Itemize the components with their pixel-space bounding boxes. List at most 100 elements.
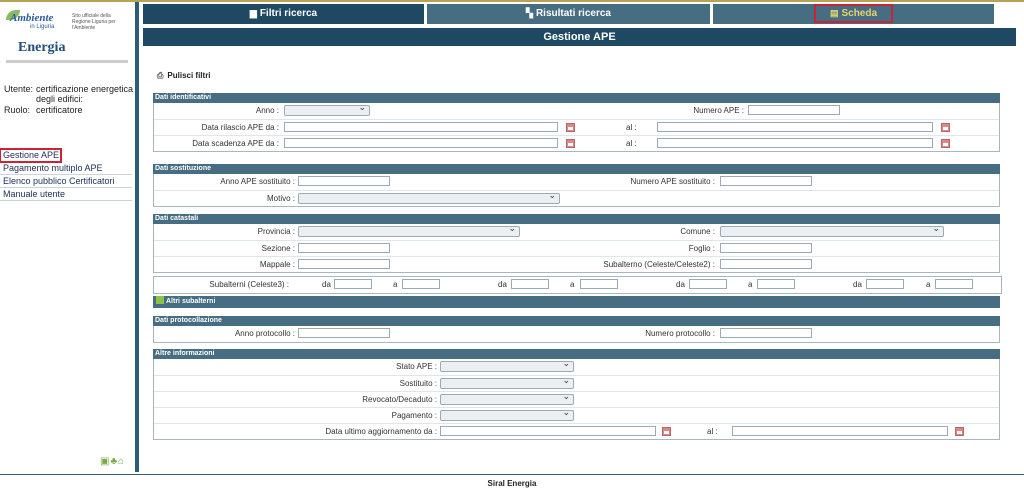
al-label: al : bbox=[626, 139, 637, 148]
calendar-icon[interactable] bbox=[941, 139, 950, 148]
data-aggiornamento-da-input[interactable] bbox=[440, 426, 656, 436]
tab-bar: ▆ Filtri ricerca ▚ Risultati ricerca ▤ Sche… bbox=[143, 4, 1016, 24]
sidebar-item-manuale-utente[interactable]: Manuale utente bbox=[0, 188, 132, 201]
user-info: Utente: certificazione energetica degli e… bbox=[4, 84, 136, 116]
da-label: da bbox=[853, 280, 862, 289]
brand-tagline: Sito ufficiale della Regione Liguria per… bbox=[72, 13, 116, 31]
data-scadenza-al-input[interactable] bbox=[657, 138, 933, 148]
calendar-icon[interactable] bbox=[955, 427, 964, 436]
book-icon: ▚ bbox=[526, 8, 533, 18]
footer: Siral Energia bbox=[487, 479, 537, 488]
tab-filtri-ricerca[interactable]: ▆ Filtri ricerca bbox=[143, 4, 427, 24]
anno-select[interactable] bbox=[284, 102, 370, 116]
section-title: Dati sostituzione bbox=[153, 164, 1000, 174]
data-rilascio-label: Data rilascio APE da : bbox=[201, 123, 279, 132]
section-title: Dati protocollazione bbox=[153, 316, 1000, 326]
subalterno-da-2-input[interactable] bbox=[511, 279, 549, 289]
a-label: a bbox=[570, 280, 575, 289]
numero-ape-label: Numero APE : bbox=[693, 106, 744, 115]
sostituito-label: Sostituito : bbox=[399, 379, 437, 388]
section-dati-sostituzione: Dati sostituzione Anno APE sostituito : … bbox=[153, 164, 1000, 207]
subalterno-a-4-input[interactable] bbox=[935, 279, 973, 289]
data-scadenza-da-input[interactable] bbox=[284, 138, 558, 148]
stato-ape-label: Stato APE : bbox=[396, 362, 437, 371]
ruolo-value: certificatore bbox=[36, 105, 83, 115]
section-dati-catastali: Dati catastali Provincia : Comune : Sezi… bbox=[153, 214, 1000, 273]
anno-sostituito-label: Anno APE sostituito : bbox=[220, 177, 295, 186]
pulisci-filtri-button[interactable]: ⎙ Pulisci filtri bbox=[157, 71, 211, 81]
tab-scheda[interactable]: ▤ Scheda bbox=[713, 4, 997, 24]
altri-subalterni-button[interactable]: Altri subalterni bbox=[153, 296, 1000, 308]
subalterno-da-3-input[interactable] bbox=[689, 279, 727, 289]
subalterno-a-1-input[interactable] bbox=[402, 279, 440, 289]
al-label: al : bbox=[626, 123, 637, 132]
sidebar-item-pagamento-multiplo[interactable]: Pagamento multiplo APE bbox=[0, 162, 132, 175]
calendar-icon[interactable] bbox=[566, 139, 575, 148]
provincia-label: Provincia : bbox=[257, 227, 295, 236]
calendar-icon[interactable] bbox=[662, 427, 671, 436]
provincia-select[interactable] bbox=[298, 223, 520, 237]
section-dati-identificativi: Dati identificativi Anno : Numero APE : … bbox=[153, 93, 1000, 152]
stato-ape-select[interactable] bbox=[440, 358, 574, 372]
page-title: Gestione APE bbox=[143, 28, 1016, 46]
section-title: Altre informazioni bbox=[153, 349, 1000, 359]
comune-select[interactable] bbox=[720, 223, 944, 237]
a-label: a bbox=[393, 280, 398, 289]
footer-divider bbox=[0, 474, 1024, 475]
subalterni-celeste3-row: Subalterni (Celeste3) : da a da a da a d… bbox=[153, 276, 1002, 294]
logo-divider bbox=[6, 60, 128, 63]
subalterno-a-3-input[interactable] bbox=[757, 279, 795, 289]
calendar-icon[interactable] bbox=[941, 123, 950, 132]
sheet-icon: ▤ bbox=[829, 8, 839, 18]
logo: Ambiente in Liguria Sito ufficiale della… bbox=[6, 10, 128, 64]
mappale-input[interactable] bbox=[298, 259, 390, 269]
pagamento-select[interactable] bbox=[440, 407, 574, 421]
revocato-select[interactable] bbox=[440, 391, 574, 405]
sidebar-item-elenco-certificatori[interactable]: Elenco pubblico Certificatori bbox=[0, 175, 132, 188]
altri-subalterni-label: Altri subalterni bbox=[166, 298, 216, 305]
utente-label: Utente: bbox=[4, 84, 34, 94]
al-label: al : bbox=[707, 427, 718, 436]
subalterno-a-2-input[interactable] bbox=[580, 279, 618, 289]
subalterno-label: Subalterno (Celeste/Celeste2) : bbox=[603, 260, 715, 269]
subalterno-input[interactable] bbox=[720, 259, 812, 269]
data-aggiornamento-al-input[interactable] bbox=[732, 426, 948, 436]
numero-sostituito-input[interactable] bbox=[720, 176, 812, 186]
plus-icon bbox=[156, 296, 164, 304]
numero-sostituito-label: Numero APE sostituito : bbox=[630, 177, 715, 186]
tab-risultati-ricerca[interactable]: ▚ Risultati ricerca bbox=[427, 4, 713, 24]
calendar-icon[interactable] bbox=[566, 123, 575, 132]
pulisci-filtri-label: Pulisci filtri bbox=[167, 71, 211, 80]
data-aggiornamento-label: Data ultimo aggiornamento da : bbox=[325, 427, 437, 436]
section-dati-protocollazione: Dati protocollazione Anno protocollo : N… bbox=[153, 316, 1000, 343]
sezione-input[interactable] bbox=[298, 243, 390, 253]
subalterno-da-4-input[interactable] bbox=[866, 279, 904, 289]
a-label: a bbox=[926, 280, 931, 289]
section-title: Dati catastali bbox=[153, 214, 1000, 224]
tab-scheda-highlight: ▤ Scheda bbox=[813, 4, 894, 23]
anno-protocollo-input[interactable] bbox=[298, 328, 390, 338]
subalterno-da-1-input[interactable] bbox=[334, 279, 372, 289]
section-altre-informazioni: Altre informazioni Stato APE : Sostituit… bbox=[153, 349, 1000, 440]
foglio-label: Foglio : bbox=[688, 244, 715, 253]
sidebar-item-gestione-ape[interactable]: Gestione APE bbox=[0, 148, 62, 163]
motivo-select[interactable] bbox=[298, 190, 560, 204]
tab-scheda-label: Scheda bbox=[841, 8, 878, 19]
sidebar: Ambiente in Liguria Sito ufficiale della… bbox=[0, 2, 135, 472]
data-rilascio-al-input[interactable] bbox=[657, 122, 933, 132]
motivo-label: Motivo : bbox=[266, 194, 295, 203]
numero-protocollo-input[interactable] bbox=[720, 328, 812, 338]
da-label: da bbox=[322, 280, 331, 289]
home-links-icon[interactable]: ▣♣⌂ bbox=[100, 456, 125, 467]
top-accent-line bbox=[0, 0, 1024, 2]
foglio-input[interactable] bbox=[720, 243, 812, 253]
da-label: da bbox=[498, 280, 507, 289]
numero-protocollo-label: Numero protocollo : bbox=[645, 329, 715, 338]
sostituito-select[interactable] bbox=[440, 375, 574, 389]
ruolo-label: Ruolo: bbox=[4, 105, 31, 115]
a-label: a bbox=[748, 280, 753, 289]
numero-ape-input[interactable] bbox=[748, 105, 840, 115]
data-rilascio-da-input[interactable] bbox=[284, 122, 558, 132]
app-name: Energia bbox=[18, 40, 66, 55]
anno-sostituito-input[interactable] bbox=[298, 176, 390, 186]
